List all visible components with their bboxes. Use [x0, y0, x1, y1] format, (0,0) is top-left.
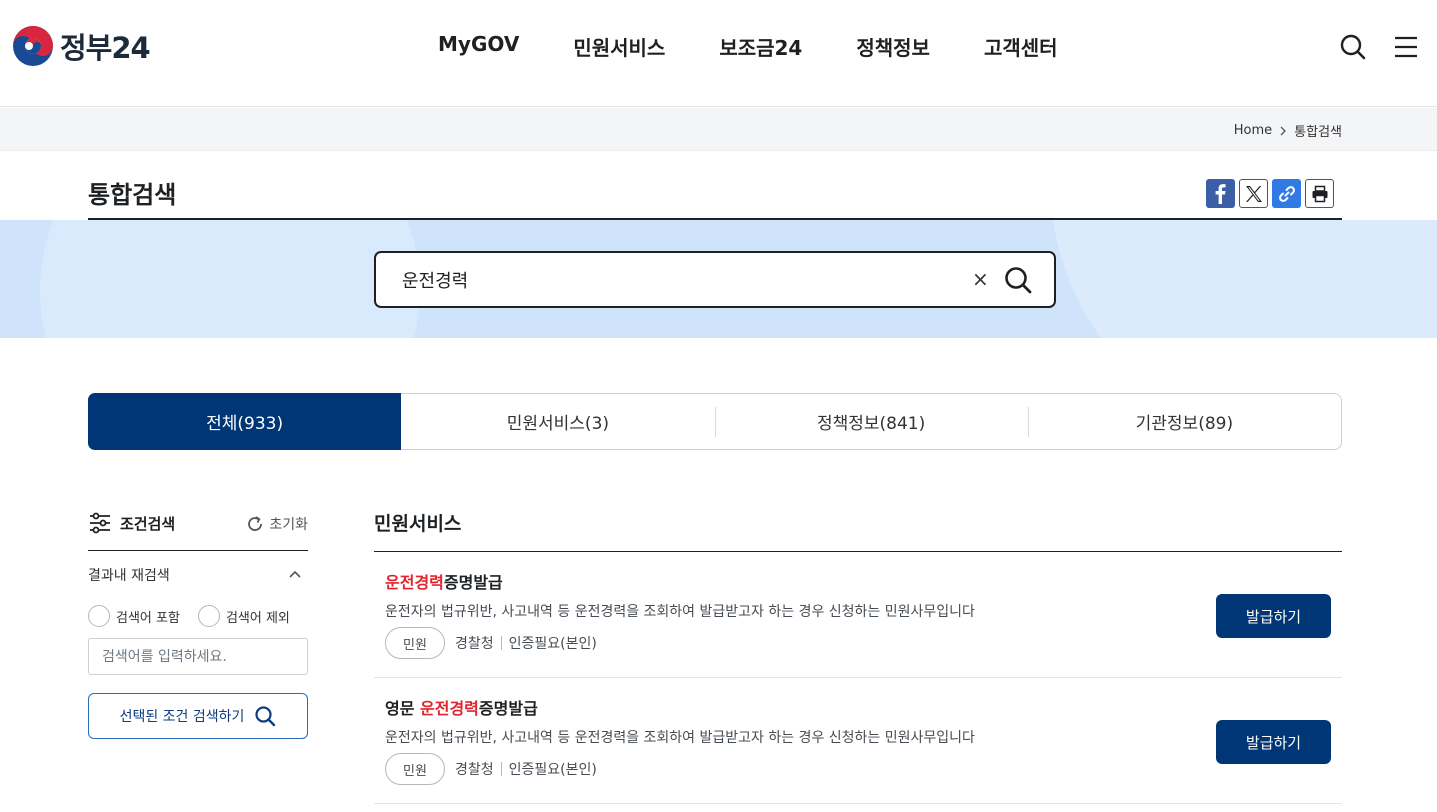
- page-title: 통합검색: [88, 181, 177, 209]
- nav-item-policy[interactable]: 정책정보: [856, 32, 930, 61]
- result-description: 운전자의 법규위반, 사고내역 등 운전경력을 조회하여 발급받고자 하는 경우…: [385, 604, 975, 620]
- filter-header: 조건검색 초기화: [88, 505, 308, 551]
- taegeuk-logo-icon: [13, 26, 53, 66]
- meta-divider: [500, 762, 502, 776]
- tab-all[interactable]: 전체(933): [88, 393, 402, 450]
- result-title[interactable]: 영문 운전경력증명발급: [385, 695, 538, 719]
- search-icon: [255, 706, 276, 727]
- chevron-up-icon[interactable]: [288, 567, 302, 581]
- main-nav: MyGOV 민원서비스 보조금24 정책정보 고객센터: [438, 32, 1112, 61]
- result-meta: 민원 경찰청 인증필요(본인): [385, 627, 597, 659]
- tab-civil-service[interactable]: 민원서비스(3): [401, 394, 714, 449]
- result-title[interactable]: 운전경력증명발급: [385, 569, 503, 593]
- search-icon[interactable]: [1339, 33, 1367, 61]
- title-suffix: 증명발급: [478, 699, 538, 718]
- tab-agency[interactable]: 기관정보(89): [1027, 394, 1341, 449]
- radio-circle[interactable]: [88, 605, 110, 627]
- breadcrumb-home[interactable]: Home: [1234, 123, 1272, 138]
- include-keyword-label: 검색어 포함: [116, 610, 180, 626]
- breadcrumb-current: 통합검색: [1294, 125, 1342, 140]
- nav-item-customer-center[interactable]: 고객센터: [984, 32, 1058, 61]
- category-chip: 민원: [385, 627, 445, 659]
- search-input[interactable]: [402, 267, 942, 293]
- search-submit-icon[interactable]: [1003, 265, 1033, 295]
- auth-requirement: 인증필요(본인): [508, 762, 597, 778]
- category-chip: 민원: [385, 753, 445, 785]
- tab-policy[interactable]: 정책정보(841): [714, 394, 1028, 449]
- exclude-keyword-label: 검색어 제외: [225, 610, 290, 626]
- result-item: 운전경력증명발급 운전자의 법규위반, 사고내역 등 운전경력을 조회하여 발급…: [374, 552, 1342, 678]
- reset-button[interactable]: 초기화: [246, 514, 308, 534]
- title-prefix: 영문: [385, 699, 421, 718]
- nav-item-mygov[interactable]: MyGOV: [438, 32, 519, 61]
- issue-button[interactable]: 발급하기: [1216, 594, 1331, 638]
- link-icon[interactable]: [1272, 179, 1301, 208]
- search-conditions-button[interactable]: 선택된 조건 검색하기: [88, 693, 308, 739]
- sliders-icon: [90, 512, 110, 534]
- refine-search-title: 결과내 재검색: [88, 568, 170, 584]
- title-highlight: 운전경력: [420, 699, 479, 718]
- menu-icon[interactable]: [1392, 33, 1420, 61]
- result-item: 영문 운전경력증명발급 운전자의 법규위반, 사고내역 등 운전경력을 조회하여…: [374, 678, 1342, 804]
- meta-divider: [500, 636, 502, 650]
- site-header: 정부24 MyGOV 민원서비스 보조금24 정책정보 고객센터: [0, 0, 1437, 107]
- refine-keyword-input[interactable]: [88, 638, 308, 675]
- chevron-right-icon: [1280, 126, 1287, 135]
- result-tabs: 전체(933) 민원서비스(3) 정책정보(841) 기관정보(89): [88, 393, 1342, 450]
- auth-requirement: 인증필요(본인): [508, 636, 597, 652]
- include-exclude-options: 검색어 포함 검색어 제외: [88, 605, 290, 627]
- agency-name: 경찰청: [455, 636, 494, 652]
- result-meta: 민원 경찰청 인증필요(본인): [385, 753, 597, 785]
- include-keyword-radio[interactable]: 검색어 포함: [88, 605, 180, 627]
- issue-button[interactable]: 발급하기: [1216, 720, 1331, 764]
- radio-circle[interactable]: [197, 605, 220, 627]
- refresh-icon: [248, 516, 263, 531]
- share-tools: [1206, 179, 1334, 208]
- nav-item-subsidy24[interactable]: 보조금24: [719, 32, 802, 61]
- reset-label: 초기화: [269, 517, 308, 533]
- agency-name: 경찰청: [455, 762, 494, 778]
- title-suffix: 증명발급: [443, 573, 503, 592]
- search-box: ×: [374, 251, 1056, 308]
- clear-search-button[interactable]: ×: [972, 267, 989, 291]
- filter-title: 조건검색: [88, 512, 175, 534]
- result-description: 운전자의 법규위반, 사고내역 등 운전경력을 조회하여 발급받고자 하는 경우…: [385, 730, 975, 746]
- x-icon[interactable]: [1239, 179, 1268, 208]
- facebook-icon[interactable]: [1206, 179, 1235, 208]
- filter-title-label: 조건검색: [120, 514, 176, 533]
- breadcrumb-bar: Home 통합검색: [0, 108, 1437, 151]
- title-highlight: 운전경력: [385, 573, 444, 592]
- site-logo[interactable]: 정부24: [12, 25, 151, 67]
- exclude-keyword-radio[interactable]: 검색어 제외: [197, 605, 290, 627]
- logo-text: 정부24: [60, 31, 151, 65]
- nav-item-civil-service[interactable]: 민원서비스: [573, 32, 665, 61]
- filter-sidebar: 조건검색 초기화 결과내 재검색 검색어 포함 검색어 제외 선택된 조건 검색…: [88, 505, 308, 739]
- refine-search-header[interactable]: 결과내 재검색: [88, 565, 308, 585]
- section-title: 민원서비스: [374, 513, 462, 535]
- breadcrumb: Home 통합검색: [1234, 121, 1342, 140]
- print-icon[interactable]: [1305, 179, 1334, 208]
- search-band: ×: [0, 220, 1437, 338]
- search-conditions-label: 선택된 조건 검색하기: [119, 709, 245, 725]
